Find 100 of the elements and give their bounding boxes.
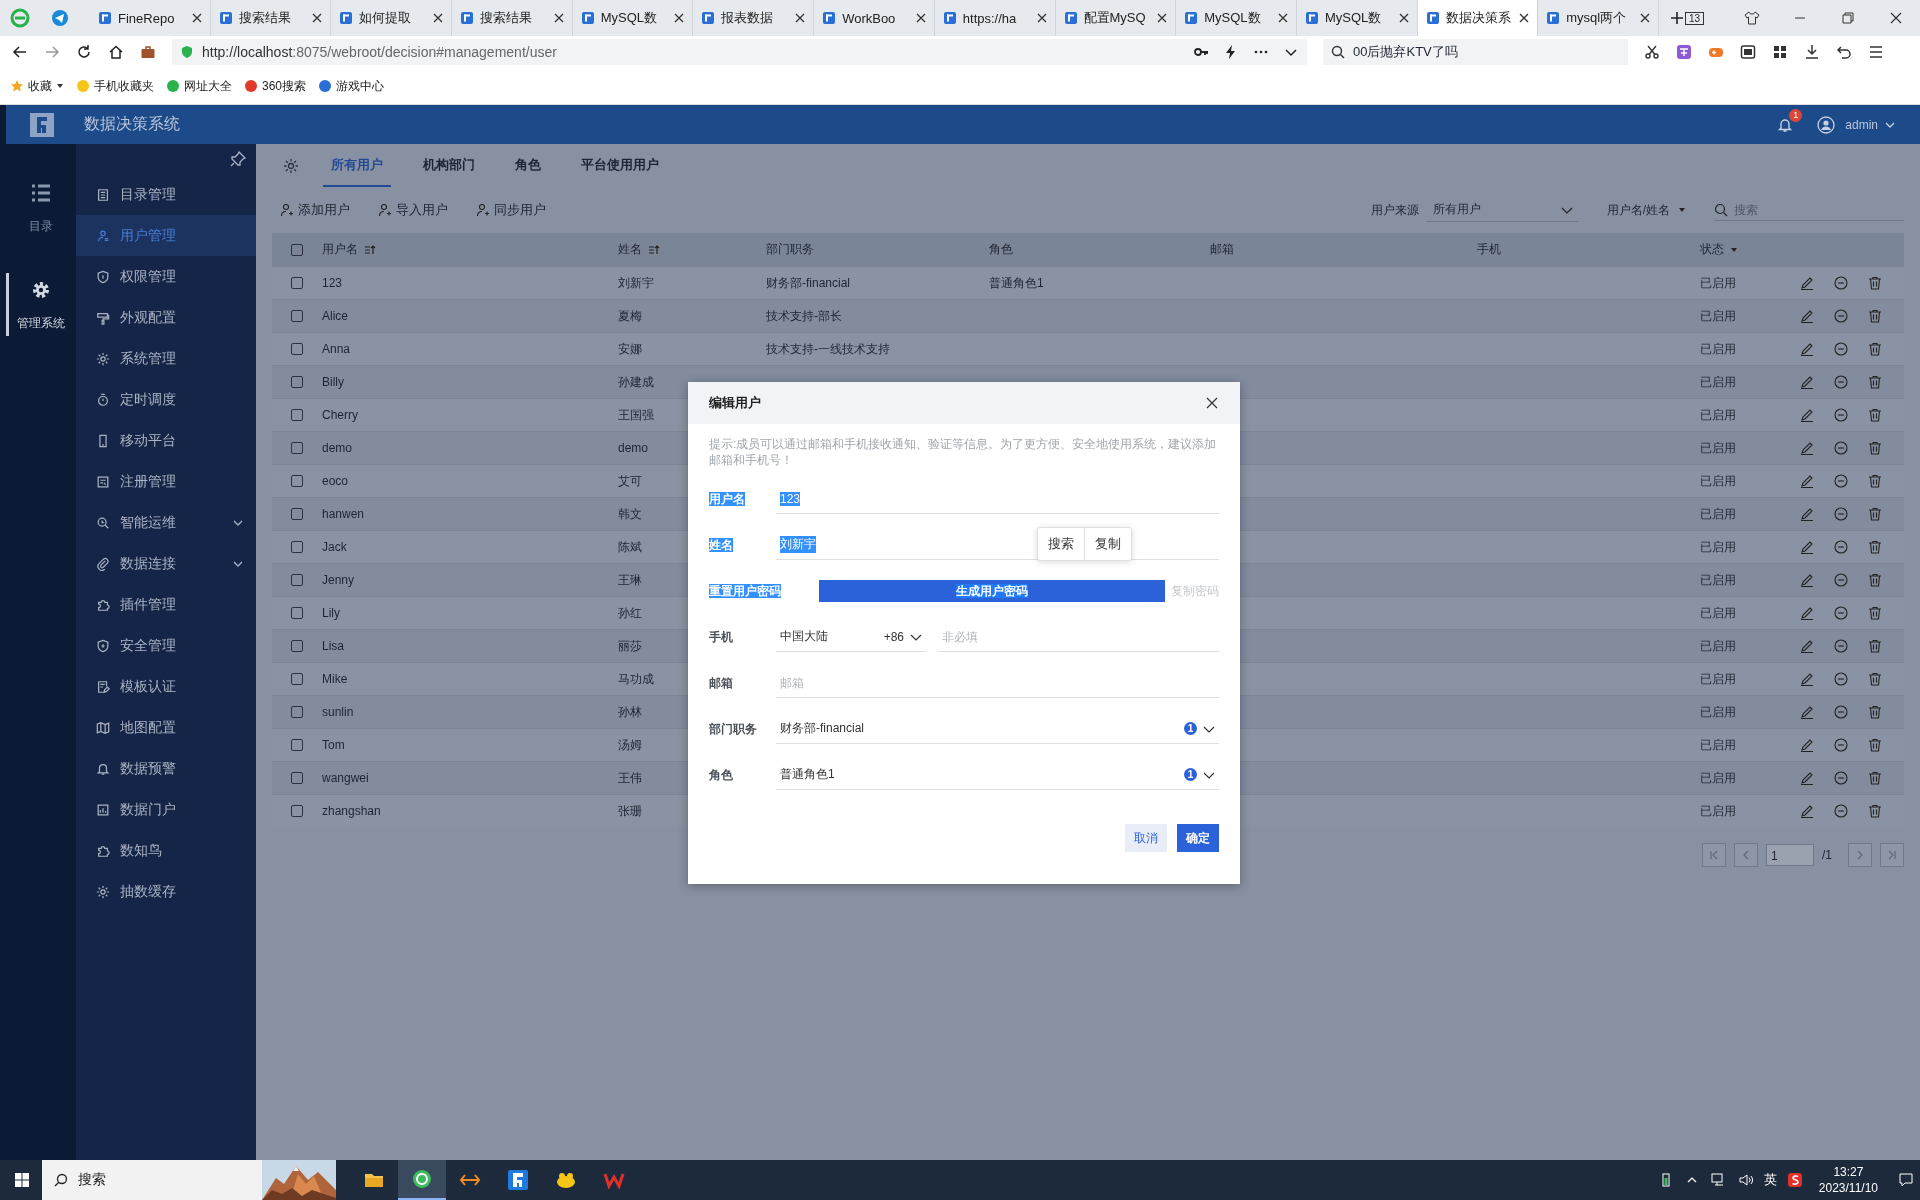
close-icon[interactable] [915,13,926,23]
toolbar-button[interactable]: 导入用户 [378,201,448,219]
row-checkbox[interactable] [291,409,303,421]
close-icon[interactable] [795,13,806,23]
region-select[interactable]: 中国大陆 +86 [776,622,926,652]
edit-icon[interactable] [1800,342,1814,356]
tab[interactable]: 平台使用用户 [573,144,667,187]
menu-item[interactable]: 数据预警 [76,748,256,789]
windows-start-icon[interactable] [14,1172,30,1188]
row-checkbox[interactable] [291,277,303,289]
minus-circle-icon[interactable] [1834,507,1848,521]
edit-icon[interactable] [1800,573,1814,587]
context-menu-item[interactable]: 搜索 [1038,528,1084,560]
edit-icon[interactable] [1800,639,1814,653]
window-icon[interactable] [1740,44,1756,60]
browser-tab[interactable]: 数据决策系 [1417,0,1539,36]
minus-circle-icon[interactable] [1834,573,1848,587]
minus-circle-icon[interactable] [1834,474,1848,488]
column-header[interactable]: 状态 [1700,241,1724,258]
minus-circle-icon[interactable] [1834,375,1848,389]
apps-icon[interactable] [1772,44,1788,60]
column-header[interactable]: 角色 [989,241,1013,258]
close-icon[interactable] [1398,13,1409,23]
row-checkbox[interactable] [291,508,303,520]
trash-icon[interactable] [1868,342,1882,356]
row-checkbox[interactable] [291,541,303,553]
trash-icon[interactable] [1868,408,1882,422]
row-checkbox[interactable] [291,376,303,388]
download-icon[interactable] [1804,44,1820,60]
trash-icon[interactable] [1868,474,1882,488]
menu-item[interactable]: 模板认证 [76,666,256,707]
menu-item[interactable]: 权限管理 [76,256,256,297]
home-icon[interactable] [108,44,124,60]
row-checkbox[interactable] [291,739,303,751]
minus-circle-icon[interactable] [1834,804,1848,818]
back-icon[interactable] [12,44,28,60]
minus-circle-icon[interactable] [1834,771,1848,785]
edit-icon[interactable] [1800,375,1814,389]
search-field[interactable]: 00后抛弃KTV了吗 [1323,39,1628,65]
sogou-icon[interactable] [1786,1172,1803,1188]
edit-icon[interactable] [1800,606,1814,620]
trash-icon[interactable] [1868,804,1882,818]
caret-icon[interactable] [1730,245,1738,254]
reload-icon[interactable] [76,44,92,60]
page-field[interactable]: 1 [1766,844,1814,866]
rail-item[interactable]: 目录 [6,182,76,235]
undo-icon[interactable] [1836,44,1852,60]
minus-circle-icon[interactable] [1834,606,1848,620]
send-icon[interactable] [50,8,70,28]
sort-icon[interactable] [648,243,660,256]
cancel-button[interactable]: 取消 [1125,824,1167,852]
row-checkbox[interactable] [291,805,303,817]
menu-item[interactable]: 外观配置 [76,297,256,338]
select-field[interactable]: 财务部-financial 1 [776,714,1219,744]
trash-icon[interactable] [1868,441,1882,455]
close-icon[interactable] [191,13,202,23]
menu-item[interactable]: 注册管理 [76,461,256,502]
trash-icon[interactable] [1868,507,1882,521]
menu-item[interactable]: 数据连接 [76,543,256,584]
avatar-icon[interactable] [1817,115,1836,134]
close-icon[interactable] [1639,13,1650,23]
menu-item[interactable]: 移动平台 [76,420,256,461]
trash-icon[interactable] [1868,672,1882,686]
edit-icon[interactable] [1800,705,1814,719]
trash-icon[interactable] [1868,705,1882,719]
edit-icon[interactable] [1800,771,1814,785]
bookmark-link[interactable]: 游戏中心 [318,77,385,95]
minus-circle-icon[interactable] [1834,441,1848,455]
edit-icon[interactable] [1800,474,1814,488]
input-method-indicator[interactable]: 英 [1763,1171,1777,1189]
column-header[interactable]: 部门职务 [766,241,814,258]
address-field[interactable]: http://localhost:8075/webroot/decision#management/user [172,39,1307,65]
column-header[interactable]: 手机 [1477,241,1501,258]
toolbar-button[interactable]: 同步用户 [476,201,546,219]
bookmark-link[interactable]: 手机收藏夹 [76,77,154,95]
row-checkbox[interactable] [291,574,303,586]
confirm-button[interactable]: 确定 [1177,824,1219,852]
select-all-checkbox[interactable] [291,243,303,256]
taskbar-search-field[interactable]: 搜索 [42,1160,336,1200]
minus-circle-icon[interactable] [1834,639,1848,653]
bell-icon[interactable] [1777,116,1794,133]
menu-icon[interactable] [1868,44,1884,60]
bookmark-link[interactable]: 收藏 [10,77,64,95]
edit-icon[interactable] [1800,309,1814,323]
menu-item[interactable]: 抽数缓存 [76,871,256,912]
search-icon[interactable] [1714,202,1728,217]
close-icon[interactable] [674,13,685,23]
edit-icon[interactable] [1800,540,1814,554]
row-checkbox[interactable] [291,673,303,685]
row-checkbox[interactable] [291,310,303,322]
column-header[interactable]: 姓名 [618,241,642,258]
edit-icon[interactable] [1800,738,1814,752]
notification-icon[interactable] [1898,1172,1914,1188]
user-name[interactable]: admin [1845,117,1878,132]
tab[interactable]: 角色 [507,144,549,187]
new-tab-icon[interactable] [1668,10,1685,26]
sort-icon[interactable] [364,243,376,256]
minus-circle-icon[interactable] [1834,540,1848,554]
forward-icon[interactable] [44,44,60,60]
edit-icon[interactable] [1800,276,1814,290]
